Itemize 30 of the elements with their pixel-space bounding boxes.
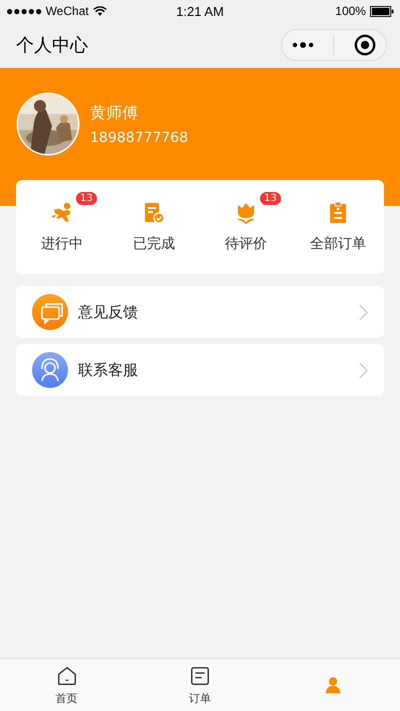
headset-icon — [32, 352, 68, 388]
phone-number: 18988777768 — [90, 130, 188, 146]
count-badge: 13 — [76, 192, 97, 205]
order-status-link[interactable]: 待评价 — [225, 235, 267, 253]
chevron-right-icon — [359, 362, 368, 378]
menu-row[interactable]: 联系客服 — [16, 344, 384, 396]
tab-item[interactable]: 首页 — [0, 659, 134, 711]
count-badge: 13 — [260, 192, 281, 205]
menu-label: 意见反馈 — [78, 302, 139, 322]
home-icon — [56, 664, 78, 686]
message-icon — [32, 294, 68, 330]
battery-percent: 100% — [335, 4, 366, 18]
order-status-link[interactable]: 已完成 — [133, 235, 175, 253]
more-icon — [292, 41, 314, 49]
close-icon — [354, 34, 376, 56]
carrier-text: ●●●●● WeChat — [6, 4, 89, 18]
document-check-icon — [142, 201, 166, 225]
capsule-menu[interactable] — [281, 29, 387, 61]
battery-icon — [370, 6, 394, 16]
tab-item[interactable]: 订单 — [133, 659, 267, 711]
chevron-right-icon — [359, 304, 368, 320]
order-status-link[interactable]: 进行中 — [41, 235, 83, 253]
menu-row[interactable]: 意见反馈 — [16, 286, 384, 338]
page-title: 个人中心 — [16, 34, 88, 57]
list-icon — [188, 664, 211, 686]
menu-label: 联系客服 — [78, 360, 139, 380]
wifi-icon — [92, 6, 107, 16]
clock-text: 1:21 AM — [176, 4, 224, 18]
order-status-link[interactable]: 全部订单 — [310, 235, 366, 253]
user-name: 黄师傅 — [90, 102, 139, 124]
